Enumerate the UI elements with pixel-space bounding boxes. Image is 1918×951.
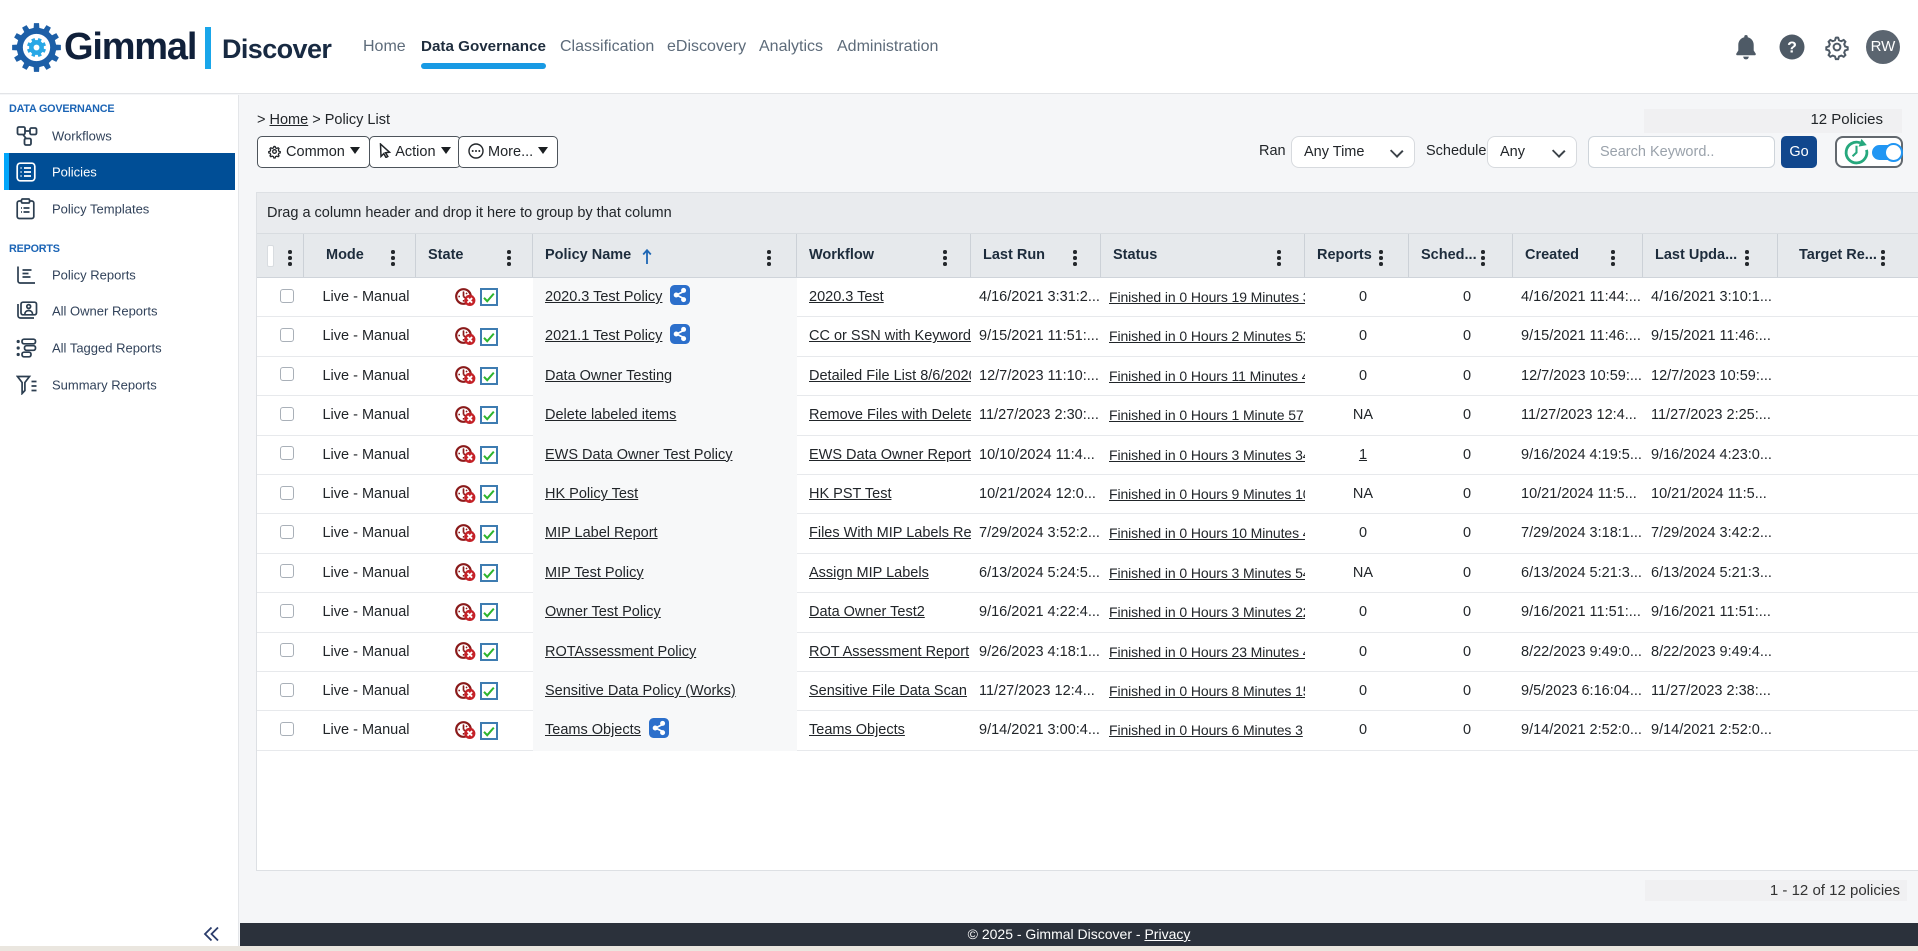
svg-text:?: ? — [1787, 40, 1797, 57]
